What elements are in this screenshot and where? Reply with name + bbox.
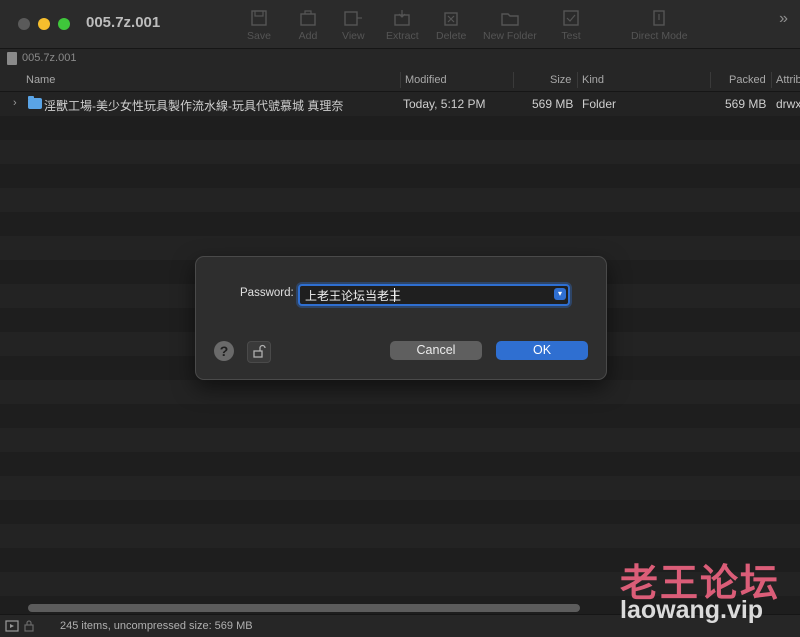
zoom-window-button[interactable]	[58, 18, 70, 30]
disclosure-chevron-icon[interactable]: ›	[13, 97, 17, 109]
password-value: 上老王论坛当老王	[305, 289, 402, 303]
toolbar-view-button[interactable]: View	[342, 8, 365, 42]
empty-row	[0, 164, 800, 188]
ok-button[interactable]: OK	[496, 341, 588, 360]
empty-row	[0, 380, 800, 404]
column-packed[interactable]: Packed	[729, 74, 766, 86]
empty-row	[0, 212, 800, 236]
toolbar-direct-mode-label: Direct Mode	[631, 30, 688, 42]
column-divider[interactable]	[710, 72, 711, 88]
test-icon	[563, 10, 579, 26]
toolbar-add-label: Add	[298, 30, 318, 42]
empty-row	[0, 500, 800, 524]
minimize-window-button[interactable]	[38, 18, 50, 30]
password-history-dropdown-icon[interactable]: ▾	[554, 288, 566, 300]
column-name[interactable]: Name	[26, 74, 55, 86]
toolbar-extract-label: Extract	[386, 30, 419, 42]
column-size[interactable]: Size	[550, 74, 571, 86]
text-caret	[394, 288, 395, 302]
toolbar-add-button[interactable]: Add	[297, 8, 319, 42]
row-name: 淫獸工場-美少女性玩具製作流水線-玩具代號慕城 真理奈	[44, 99, 344, 113]
column-header: Name Modified Size Kind Packed Attrib	[0, 69, 800, 92]
row-attributes: drwx	[776, 97, 800, 111]
column-divider[interactable]	[513, 72, 514, 88]
preview-toggle-icon[interactable]	[5, 620, 19, 632]
row-packed: 569 MB	[725, 97, 767, 111]
new-folder-icon	[501, 13, 519, 26]
direct-mode-icon	[653, 10, 665, 26]
empty-row	[0, 188, 800, 212]
archive-file-icon	[7, 52, 17, 65]
row-modified: Today, 5:12 PM	[403, 97, 486, 111]
row-size: 569 MB	[532, 97, 574, 111]
toolbar-save-label: Save	[247, 30, 271, 42]
table-row[interactable]: › 淫獸工場-美少女性玩具製作流水線-玩具代號慕城 真理奈 Today, 5:1…	[0, 92, 800, 116]
toolbar-new-folder-button[interactable]: New Folder	[483, 8, 537, 42]
toolbar-new-folder-label: New Folder	[483, 30, 537, 42]
password-label: Password:	[240, 287, 294, 299]
cancel-button[interactable]: Cancel	[390, 341, 482, 360]
unlock-icon	[253, 344, 266, 358]
password-input[interactable]: 上老王论坛当老王 ▾	[298, 284, 570, 306]
folder-icon	[28, 96, 42, 109]
empty-row	[0, 116, 800, 140]
empty-row	[0, 476, 800, 500]
toolbar-direct-mode-button[interactable]: Direct Mode	[631, 8, 688, 42]
status-text: 245 items, uncompressed size: 569 MB	[60, 620, 253, 632]
lock-icon[interactable]	[24, 620, 34, 632]
horizontal-scrollbar[interactable]	[28, 604, 580, 612]
delete-icon	[444, 12, 458, 26]
column-kind[interactable]: Kind	[582, 74, 604, 86]
extract-icon	[394, 10, 411, 26]
column-attributes[interactable]: Attrib	[776, 74, 800, 86]
column-divider[interactable]	[577, 72, 578, 88]
window-title: 005.7z.001	[86, 14, 161, 31]
path-bar: 005.7z.001	[0, 49, 800, 69]
toolbar-overflow-button[interactable]: »	[779, 10, 788, 28]
titlebar: 005.7z.001 Save Add View Extract Delete …	[0, 0, 800, 49]
column-divider[interactable]	[400, 72, 401, 88]
close-window-button[interactable]	[18, 18, 30, 30]
empty-row	[0, 404, 800, 428]
toolbar-delete-button[interactable]: Delete	[436, 8, 466, 42]
row-kind: Folder	[582, 97, 617, 111]
toolbar-delete-label: Delete	[436, 30, 467, 42]
column-divider[interactable]	[771, 72, 772, 88]
empty-row	[0, 428, 800, 452]
show-password-toggle[interactable]	[247, 341, 271, 363]
help-button[interactable]: ?	[214, 341, 234, 361]
empty-row	[0, 140, 800, 164]
toolbar-view-label: View	[342, 30, 365, 42]
view-icon	[344, 11, 363, 26]
toolbar-test-button[interactable]: Test	[560, 8, 582, 42]
toolbar-extract-button[interactable]: Extract	[386, 8, 419, 42]
add-icon	[300, 10, 316, 26]
path-text: 005.7z.001	[22, 52, 77, 64]
empty-row	[0, 524, 800, 548]
toolbar-save-button[interactable]: Save	[247, 8, 271, 42]
column-modified[interactable]: Modified	[405, 74, 447, 86]
password-dialog: Password: 上老王论坛当老王 ▾ ? Cancel OK	[195, 256, 607, 380]
empty-row	[0, 452, 800, 476]
watermark-url: laowang.vip	[620, 596, 764, 624]
save-icon	[251, 10, 267, 26]
toolbar-test-label: Test	[561, 30, 581, 42]
